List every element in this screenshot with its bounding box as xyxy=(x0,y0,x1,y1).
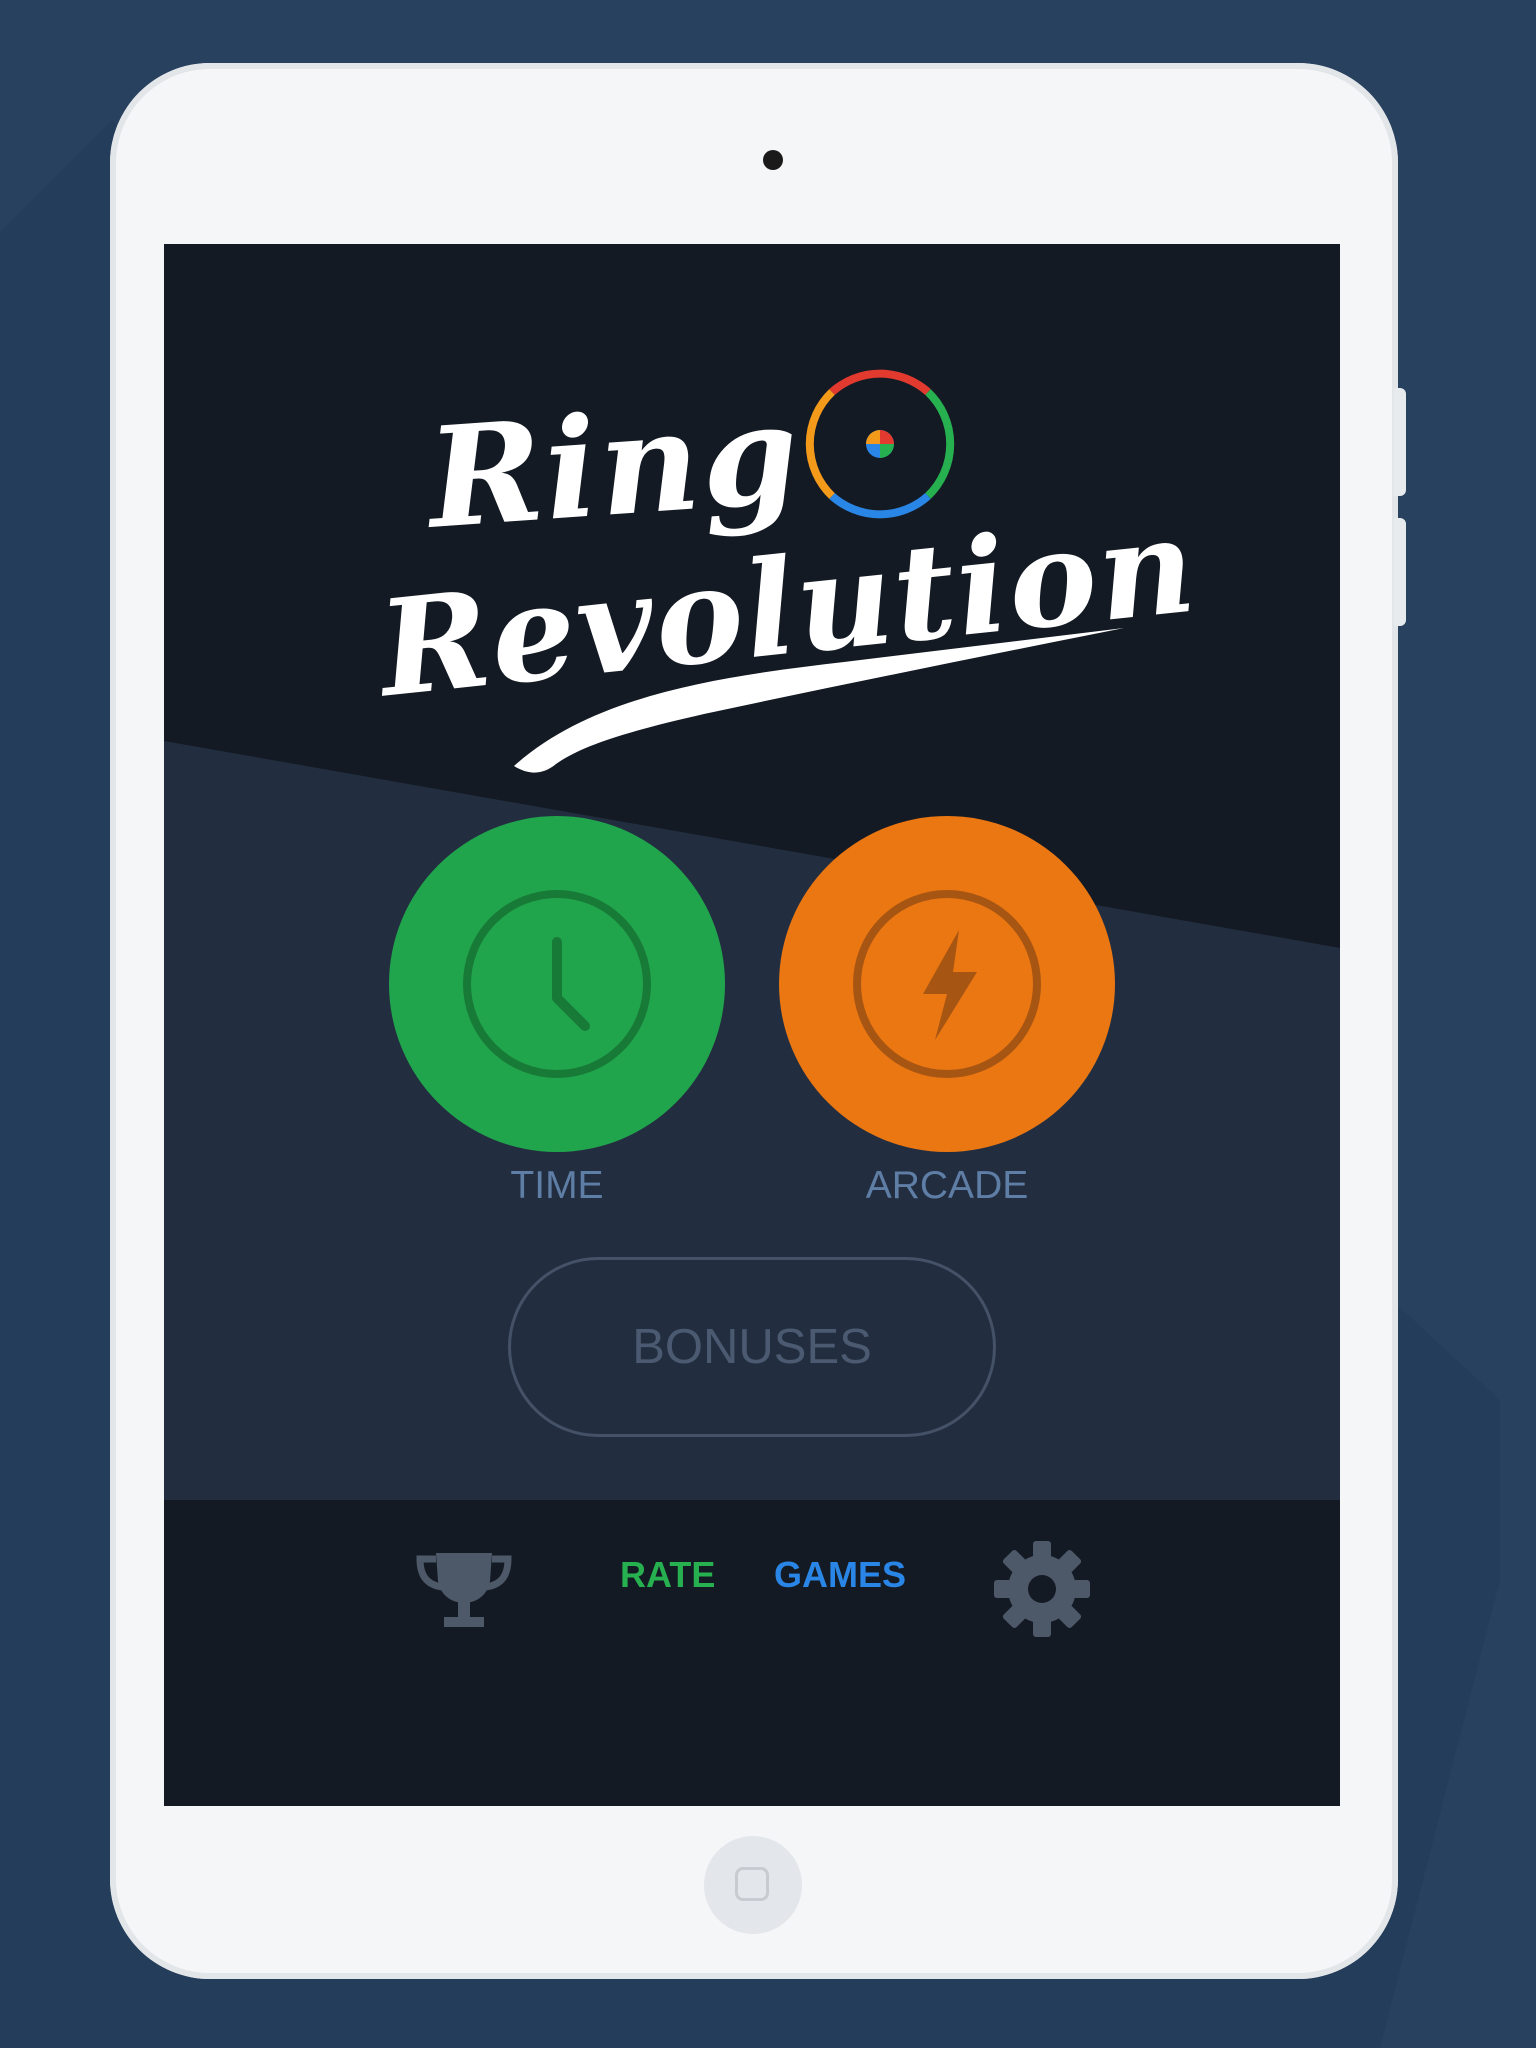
arcade-mode-button[interactable] xyxy=(779,816,1115,1152)
lightning-icon xyxy=(923,930,977,1040)
rate-link[interactable]: RATE xyxy=(620,1554,715,1596)
games-link[interactable]: GAMES xyxy=(774,1554,906,1596)
trophy-icon[interactable] xyxy=(414,1547,514,1635)
logo-title-ring: Ring xyxy=(422,371,806,560)
home-square-icon xyxy=(735,1867,769,1901)
front-camera xyxy=(763,150,783,170)
volume-up-button xyxy=(1394,388,1406,496)
bonuses-button[interactable]: BONUSES xyxy=(508,1257,996,1437)
gear-icon[interactable] xyxy=(992,1539,1092,1639)
logo-ring-icon xyxy=(805,369,955,519)
volume-down-button xyxy=(1394,518,1406,626)
arcade-mode-label: ARCADE xyxy=(865,1164,1029,1207)
time-mode-label: TIME xyxy=(510,1164,604,1207)
bottom-bar xyxy=(164,1500,1340,1806)
home-button[interactable] xyxy=(704,1836,802,1934)
game-logo: Ring Revolution xyxy=(164,244,1340,804)
time-mode-button[interactable] xyxy=(389,816,725,1152)
clock-icon xyxy=(552,937,590,1031)
game-screen: Ring Revolution TIME ARCADE BONUSES RATE… xyxy=(164,244,1340,1806)
